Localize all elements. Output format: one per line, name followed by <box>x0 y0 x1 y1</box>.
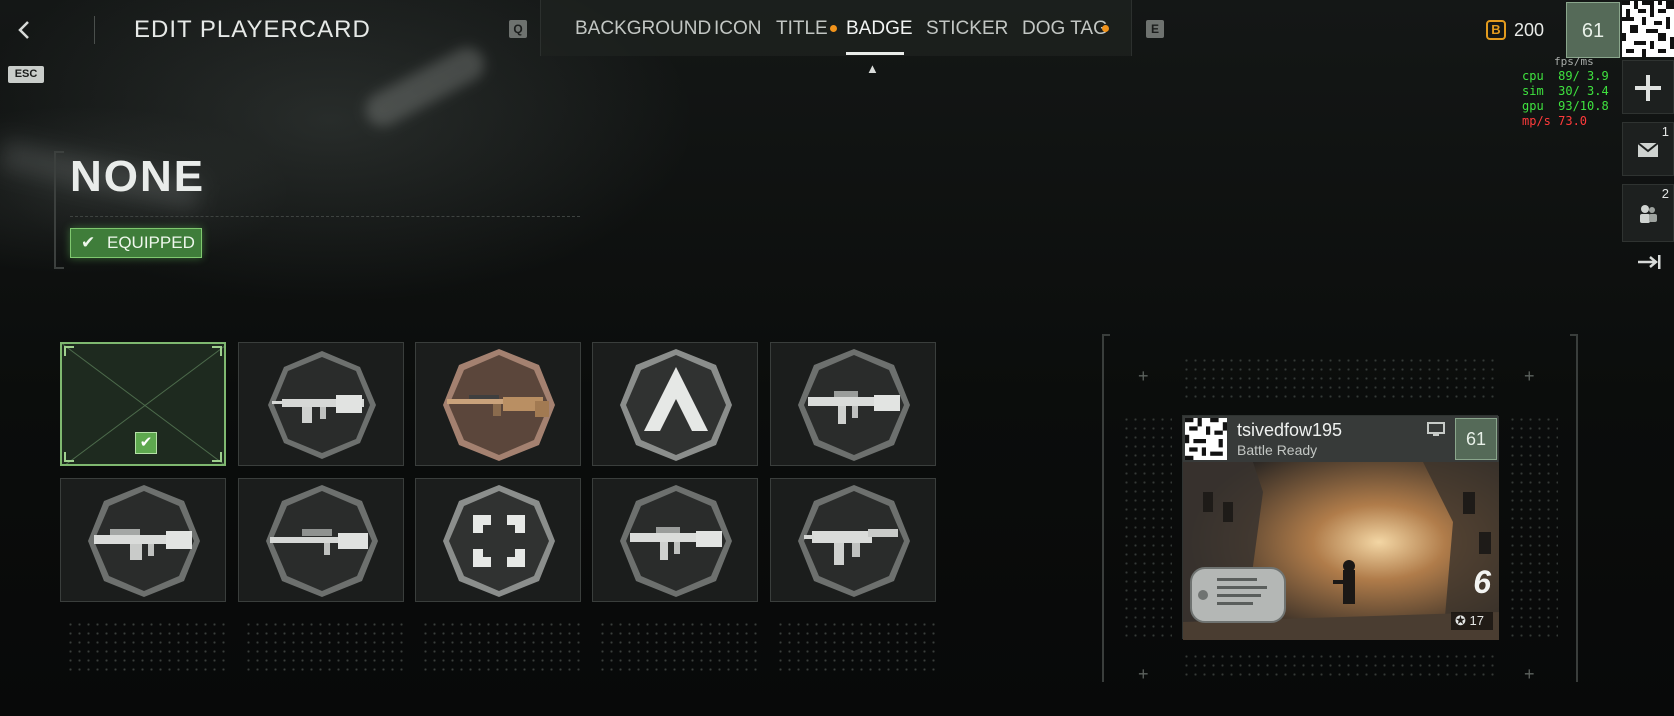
currency-icon: B <box>1486 20 1506 40</box>
squad-button[interactable]: 2 <box>1622 184 1674 242</box>
preview-dots <box>1122 415 1172 639</box>
tab-bar: BACKGROUND ICON TITLE BADGE STICKER DOG … <box>540 0 1132 56</box>
gpu-stat: gpu 93/10.8 <box>1522 99 1609 113</box>
equipped-checkmark-icon: ✔ <box>135 432 157 454</box>
empty-slot-placeholder <box>421 620 581 674</box>
plus-marker-icon: + <box>1138 366 1149 386</box>
esc-key-hint[interactable]: ESC <box>8 66 44 83</box>
empty-slot-placeholder <box>244 620 404 674</box>
notification-dot <box>1102 25 1109 32</box>
fps-label: fps/ms <box>1554 55 1594 68</box>
badge-slot[interactable] <box>238 342 404 466</box>
badge-slot[interactable] <box>592 478 758 602</box>
preview-dots <box>1508 415 1558 639</box>
badge-slot[interactable] <box>770 342 936 466</box>
playercard-header: tsivedfow195 Battle Ready 61 <box>1183 416 1499 462</box>
badge-slot-none[interactable]: ✔ <box>60 342 226 466</box>
divider <box>94 16 95 44</box>
badge-slot[interactable] <box>238 478 404 602</box>
chevron-left-icon <box>18 21 29 39</box>
prev-tab-key-hint: Q <box>509 20 527 38</box>
performance-overlay: fps/ms cpu 89/ 3.9 sim 30/ 3.4 gpu 93/10… <box>1522 54 1609 129</box>
selected-item-name: NONE <box>70 152 206 201</box>
squad-count: 2 <box>1661 186 1669 201</box>
player-name: tsivedfow195 <box>1237 420 1343 440</box>
selection-corner <box>212 346 222 356</box>
dog-tag-icon <box>1190 567 1286 623</box>
preview-frame <box>1570 334 1578 682</box>
brackets-badge-icon <box>443 485 555 597</box>
notification-dot <box>830 25 837 32</box>
selection-corner <box>64 452 74 462</box>
top-bar: EDIT PLAYERCARD Q BACKGROUND ICON TITLE … <box>0 0 1674 58</box>
tab-icon[interactable]: ICON <box>714 18 762 40</box>
plus-marker-icon: + <box>1524 664 1535 684</box>
tab-title[interactable]: TITLE <box>776 18 837 40</box>
sim-stat: sim 30/ 3.4 <box>1522 84 1609 98</box>
active-tab-caret-icon: ▲ <box>866 61 879 76</box>
player-level-badge[interactable]: 61 <box>1566 2 1620 58</box>
equipped-status-badge: ✔ EQUIPPED <box>70 228 202 258</box>
preview-dots <box>1182 652 1498 680</box>
tab-sticker[interactable]: STICKER <box>926 18 1008 40</box>
squad-icon <box>1640 205 1657 223</box>
badge-grid: ✔ <box>60 342 936 604</box>
add-friend-button[interactable] <box>1622 60 1674 114</box>
cpu-stat: cpu 89/ 3.9 <box>1522 69 1609 83</box>
next-tab-key-hint: E <box>1146 20 1164 38</box>
checkmark-icon: ✔ <box>81 233 96 252</box>
header-bracket <box>54 151 64 269</box>
kill-tracker-value: 6 <box>1473 564 1491 600</box>
empty-slot-placeholder <box>776 620 936 674</box>
player-title: Battle Ready <box>1237 442 1318 458</box>
page-title: EDIT PLAYERCARD <box>134 16 371 43</box>
tab-dog-tag[interactable]: DOG TAG <box>1022 18 1109 40</box>
collapse-panel-button[interactable] <box>1636 254 1662 270</box>
smg-badge-icon <box>798 485 910 597</box>
inbox-count: 1 <box>1661 124 1669 139</box>
chevron-badge-icon <box>620 349 732 461</box>
badge-slot[interactable] <box>60 478 226 602</box>
carbine-badge-icon <box>798 349 910 461</box>
skull-icon: ✪ <box>1455 613 1470 628</box>
badge-slot[interactable] <box>592 342 758 466</box>
player-emblem-icon[interactable] <box>1622 0 1674 58</box>
playercard-preview: tsivedfow195 Battle Ready 61 6 ✪ 17 <box>1182 415 1499 640</box>
empty-slot-placeholder <box>66 620 226 674</box>
inbox-button[interactable]: 1 <box>1622 122 1674 176</box>
pc-platform-icon <box>1427 422 1445 436</box>
plus-icon <box>1635 75 1661 101</box>
selection-corner <box>212 452 222 462</box>
plus-marker-icon: + <box>1138 664 1149 684</box>
badge-slot[interactable] <box>415 342 581 466</box>
active-tab-indicator <box>846 52 904 55</box>
lmg-badge-icon <box>88 485 200 597</box>
preview-dots <box>1182 356 1498 402</box>
tab-background[interactable]: BACKGROUND <box>575 18 711 40</box>
badge-slot[interactable] <box>415 478 581 602</box>
preview-frame <box>1102 334 1110 682</box>
empty-slot-placeholder <box>598 620 758 674</box>
player-level-badge: 61 <box>1455 418 1497 460</box>
divider <box>70 216 580 217</box>
wood-rifle-badge-icon <box>443 349 555 461</box>
selection-corner <box>64 346 74 356</box>
playercard-background: 6 ✪ 17 <box>1183 462 1499 640</box>
collapse-arrow-icon <box>1638 255 1661 269</box>
kill-count-badge: ✪ 17 <box>1451 612 1493 630</box>
mail-icon <box>1637 142 1659 157</box>
mps-stat: mp/s 73.0 <box>1522 114 1588 128</box>
currency-value: 200 <box>1514 20 1545 40</box>
badge-slot[interactable] <box>770 478 936 602</box>
back-button[interactable] <box>12 14 38 46</box>
carbine-badge-icon <box>620 485 732 597</box>
plus-marker-icon: + <box>1524 366 1535 386</box>
tab-badge[interactable]: BADGE <box>846 18 913 40</box>
player-emblem-icon <box>1185 418 1227 460</box>
sniper-badge-icon <box>266 485 378 597</box>
rifle-badge-icon <box>268 351 376 459</box>
